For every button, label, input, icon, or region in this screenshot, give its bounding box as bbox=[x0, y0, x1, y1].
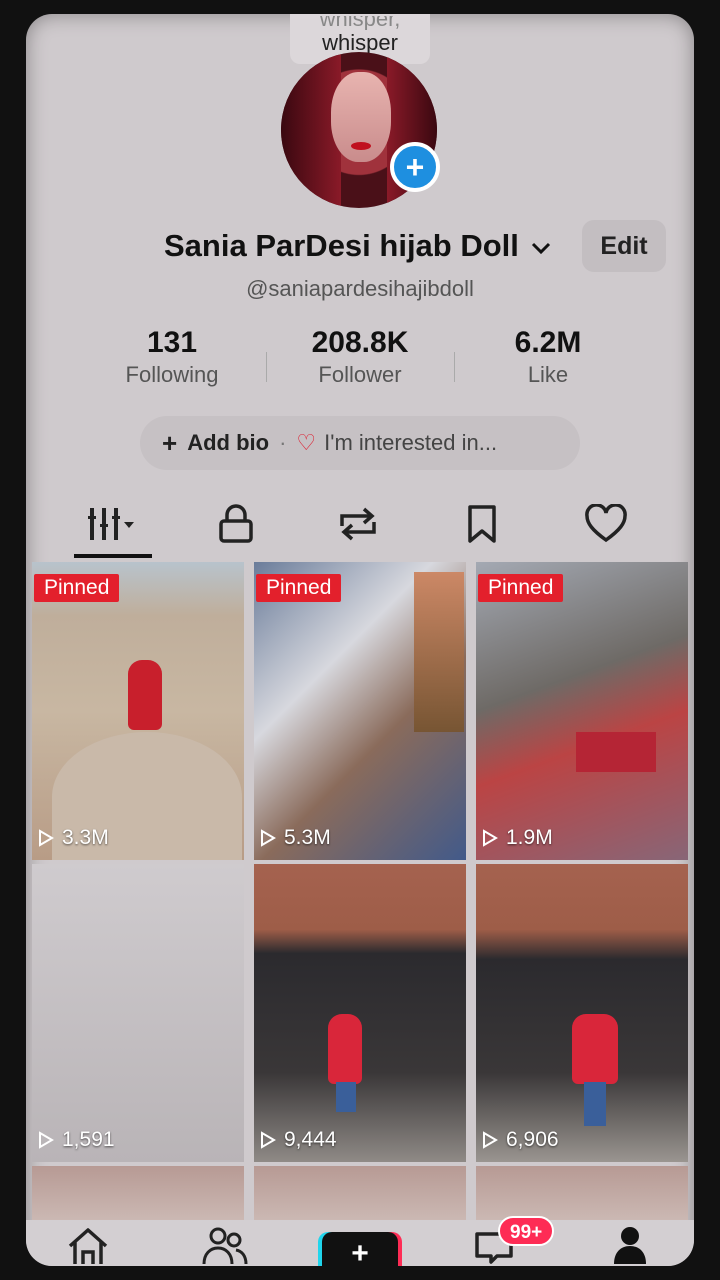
play-icon bbox=[261, 829, 276, 847]
video-thumbnail[interactable]: Pinned 1.9M bbox=[476, 562, 688, 860]
inbox-badge: 99+ bbox=[498, 1216, 555, 1246]
tooltip-line-1: whisper, bbox=[319, 16, 401, 30]
chevron-down-icon[interactable] bbox=[530, 236, 552, 262]
view-count: 6,906 bbox=[482, 1128, 559, 1152]
nav-home[interactable] bbox=[58, 1224, 118, 1264]
pinned-badge: Pinned bbox=[34, 574, 120, 602]
stat-label: Following bbox=[125, 362, 219, 387]
play-icon bbox=[39, 1131, 54, 1149]
heart-icon: ♡ bbox=[296, 430, 317, 455]
video-thumbnail[interactable]: Pinned 3.3M bbox=[32, 562, 244, 860]
tab-reposts[interactable] bbox=[318, 498, 398, 550]
stats-row: 131 Following 208.8K Follower 6.2M Like bbox=[26, 326, 694, 396]
tab-saved[interactable] bbox=[442, 498, 522, 550]
stat-likes[interactable]: 6.2M Like bbox=[458, 326, 638, 388]
stat-value: 131 bbox=[146, 326, 198, 359]
video-thumbnail[interactable] bbox=[254, 1166, 466, 1220]
play-icon bbox=[483, 829, 498, 847]
video-thumbnail[interactable]: Pinned 5.3M bbox=[254, 562, 466, 860]
video-thumbnail[interactable]: 6,906 bbox=[476, 864, 688, 1162]
view-count: 3.3M bbox=[38, 826, 109, 850]
stat-value: 6.2M bbox=[514, 326, 582, 359]
active-tab-indicator bbox=[74, 554, 152, 558]
plus-icon: + bbox=[351, 1237, 369, 1266]
view-count-value: 5.3M bbox=[284, 826, 331, 849]
profile-icon bbox=[614, 1227, 646, 1264]
profile-screen: whisper, whisper + Sania ParDesi hijab D… bbox=[26, 14, 694, 1266]
video-thumbnail[interactable] bbox=[32, 1166, 244, 1220]
tab-liked[interactable] bbox=[566, 498, 646, 550]
plus-icon: + bbox=[405, 149, 425, 185]
repost-icon bbox=[340, 507, 376, 541]
stat-value: 208.8K bbox=[311, 326, 409, 359]
interests-label: I'm interested in... bbox=[324, 430, 498, 455]
stat-following[interactable]: 131 Following bbox=[82, 326, 262, 388]
view-count: 9,444 bbox=[260, 1128, 337, 1152]
pinned-badge: Pinned bbox=[256, 574, 342, 602]
view-count-value: 1.9M bbox=[506, 826, 553, 849]
view-count: 5.3M bbox=[260, 826, 331, 850]
stat-label: Follower bbox=[318, 362, 402, 387]
play-icon bbox=[39, 829, 54, 847]
create-button[interactable]: + bbox=[322, 1232, 398, 1266]
stat-label: Like bbox=[527, 362, 569, 387]
username: @saniapardesihajibdoll bbox=[246, 276, 474, 301]
lock-icon bbox=[219, 504, 253, 543]
view-count-value: 3.3M bbox=[62, 826, 109, 849]
edit-profile-button[interactable]: Edit bbox=[582, 220, 666, 272]
grid-icon bbox=[88, 508, 134, 540]
add-avatar-button[interactable]: + bbox=[390, 142, 440, 192]
video-thumbnail[interactable]: 1,591 bbox=[32, 864, 244, 1162]
separator: · bbox=[279, 430, 287, 455]
add-bio-label: Add bio bbox=[187, 430, 270, 455]
name-row: Sania ParDesi hijab Doll Edit bbox=[26, 220, 694, 272]
view-count: 1.9M bbox=[482, 826, 553, 850]
video-thumbnail[interactable]: 9,444 bbox=[254, 864, 466, 1162]
heart-icon bbox=[585, 504, 627, 543]
nav-friends[interactable] bbox=[194, 1224, 254, 1264]
stat-follower[interactable]: 208.8K Follower bbox=[270, 326, 450, 388]
bottom-nav: + 99+ bbox=[26, 1216, 694, 1266]
friends-icon bbox=[202, 1227, 248, 1264]
tab-videos[interactable] bbox=[72, 498, 152, 550]
plus-icon: + bbox=[162, 427, 178, 458]
play-icon bbox=[261, 1131, 276, 1149]
nav-profile[interactable] bbox=[600, 1224, 660, 1264]
video-thumbnail[interactable] bbox=[476, 1166, 688, 1220]
bookmark-icon bbox=[468, 505, 496, 543]
view-count-value: 6,906 bbox=[506, 1128, 559, 1151]
view-count: 1,591 bbox=[38, 1128, 115, 1152]
play-icon bbox=[483, 1131, 498, 1149]
tab-private[interactable] bbox=[196, 498, 276, 550]
profile-tabs bbox=[26, 498, 694, 558]
home-icon bbox=[68, 1228, 108, 1264]
bio-pill[interactable]: + Add bio · ♡ I'm interested in... bbox=[140, 416, 580, 470]
pinned-badge: Pinned bbox=[478, 574, 564, 602]
view-count-value: 9,444 bbox=[284, 1128, 337, 1151]
view-count-value: 1,591 bbox=[62, 1128, 115, 1151]
display-name[interactable]: Sania ParDesi hijab Doll bbox=[164, 228, 519, 264]
